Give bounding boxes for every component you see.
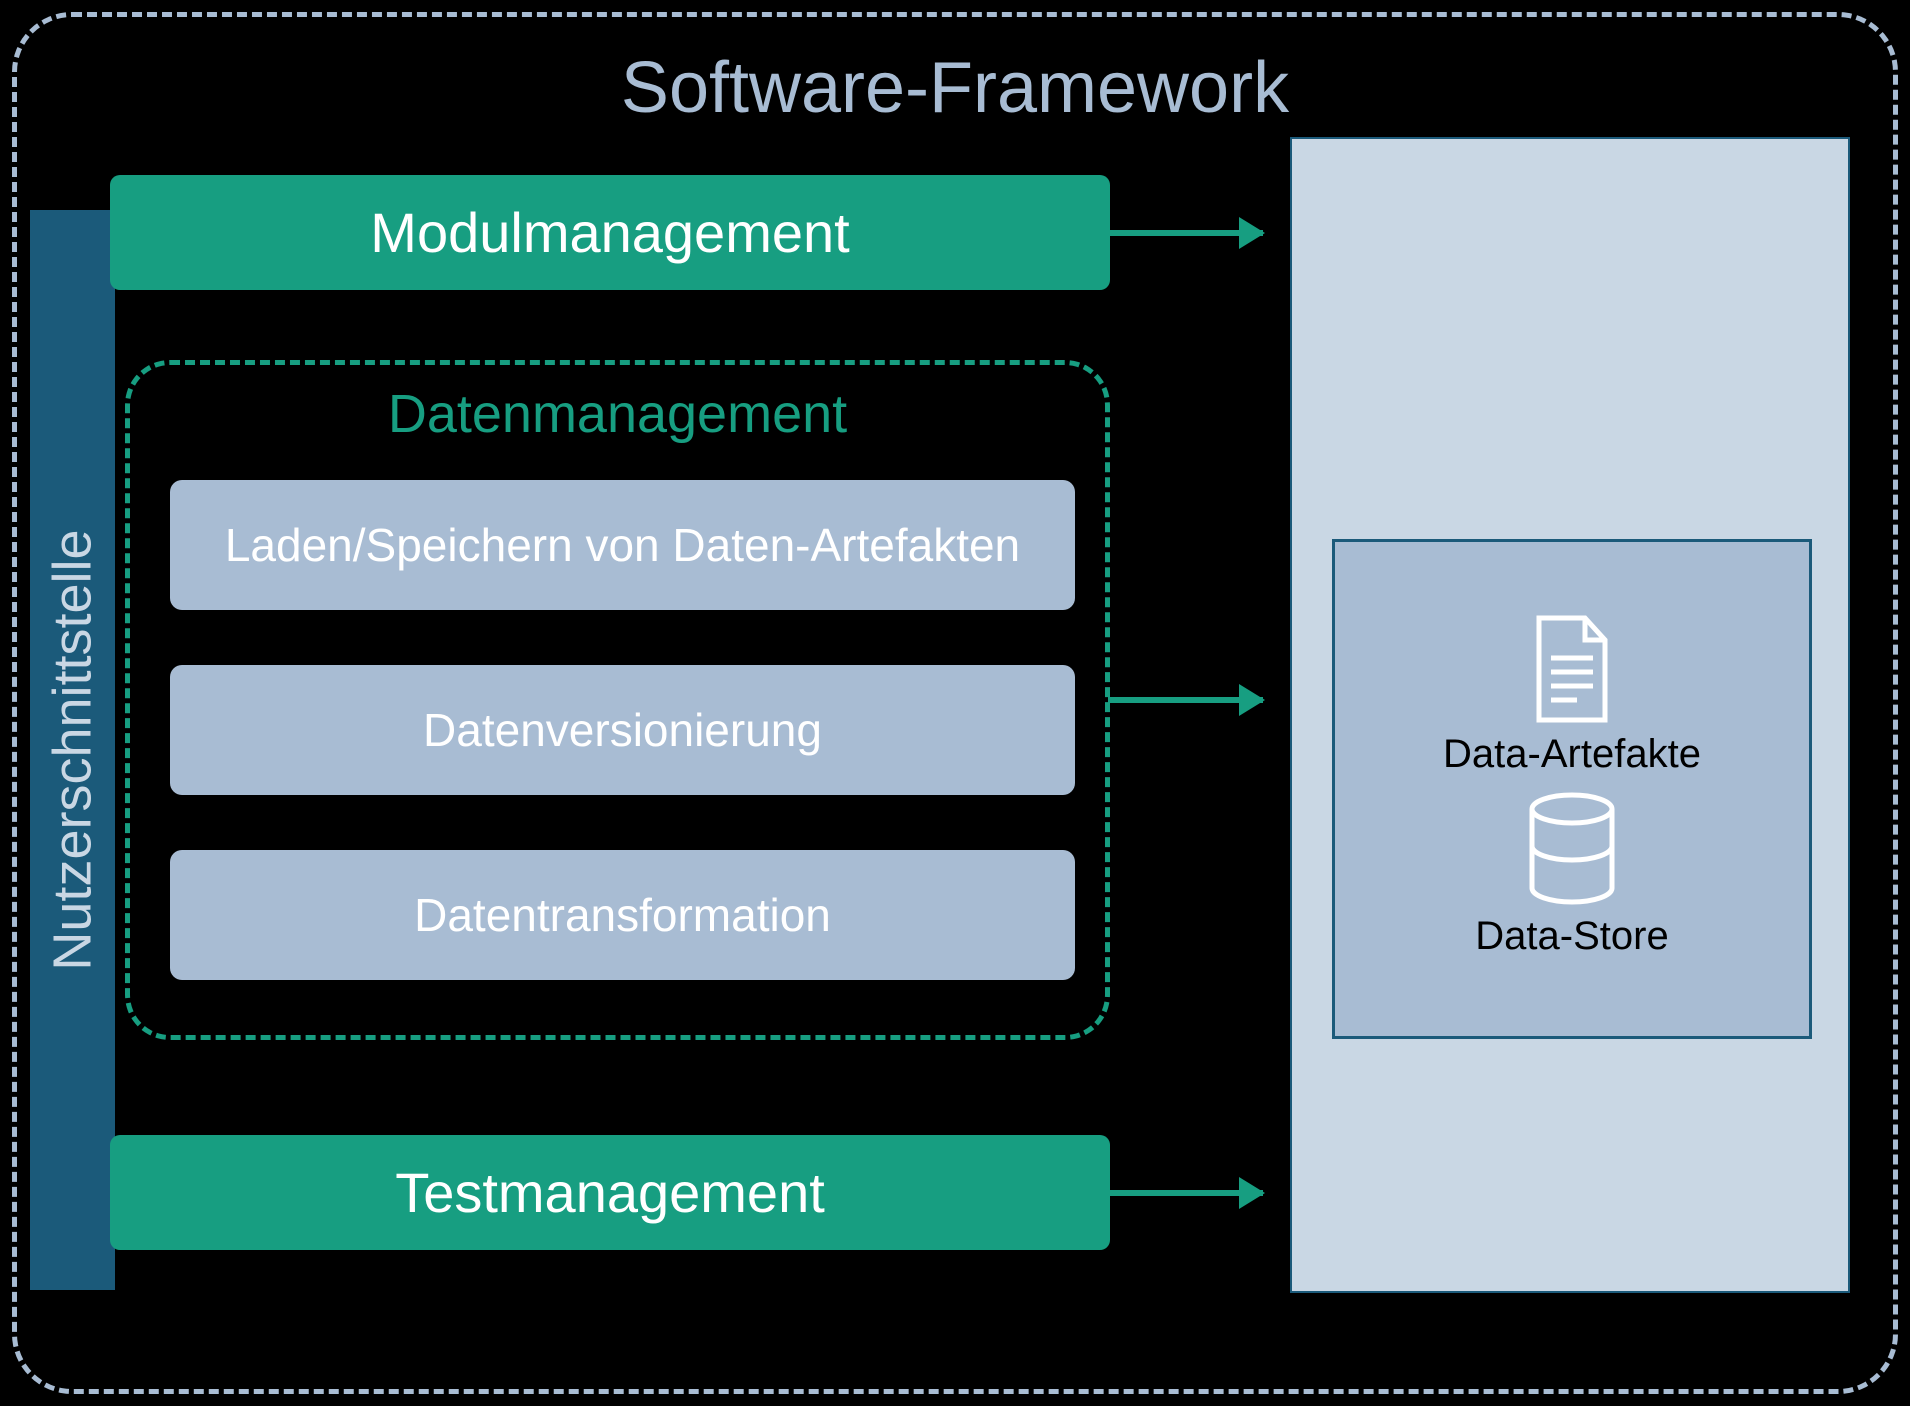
nutzerschnittstelle-label: Nutzerschnittstelle [42, 529, 104, 970]
framework-title: Software-Framework [621, 47, 1289, 129]
testmanagement-block: Testmanagement [110, 1135, 1110, 1250]
nutzerschnittstelle-panel: Nutzerschnittstelle [30, 210, 115, 1290]
daten-item-laden-speichern: Laden/Speichern von Daten-Artefakten [170, 480, 1075, 610]
modulmanagement-block: Modulmanagement [110, 175, 1110, 290]
arrow-testmanagement [1108, 1190, 1263, 1196]
daten-item-versionierung: Datenversionierung [170, 665, 1075, 795]
daten-item-transformation: Datentransformation [170, 850, 1075, 980]
testmanagement-label: Testmanagement [395, 1160, 825, 1225]
arrow-modulmanagement [1108, 230, 1263, 236]
data-artefakte-label: Data-Artefakte [1443, 732, 1701, 777]
storage-panel: Data-Artefakte Data-Store [1290, 137, 1850, 1293]
datenmanagement-title: Datenmanagement [388, 383, 847, 445]
database-icon [1522, 791, 1622, 906]
data-store-label: Data-Store [1475, 914, 1668, 959]
data-store-box: Data-Artefakte Data-Store [1332, 539, 1812, 1039]
modulmanagement-label: Modulmanagement [370, 200, 849, 265]
daten-item-label: Datenversionierung [423, 703, 822, 757]
datenmanagement-frame: Datenmanagement Laden/Speichern von Date… [125, 360, 1110, 1040]
arrow-datenmanagement [1108, 697, 1263, 703]
document-icon [1527, 614, 1617, 724]
daten-item-label: Laden/Speichern von Daten-Artefakten [225, 518, 1020, 572]
daten-item-label: Datentransformation [414, 888, 831, 942]
